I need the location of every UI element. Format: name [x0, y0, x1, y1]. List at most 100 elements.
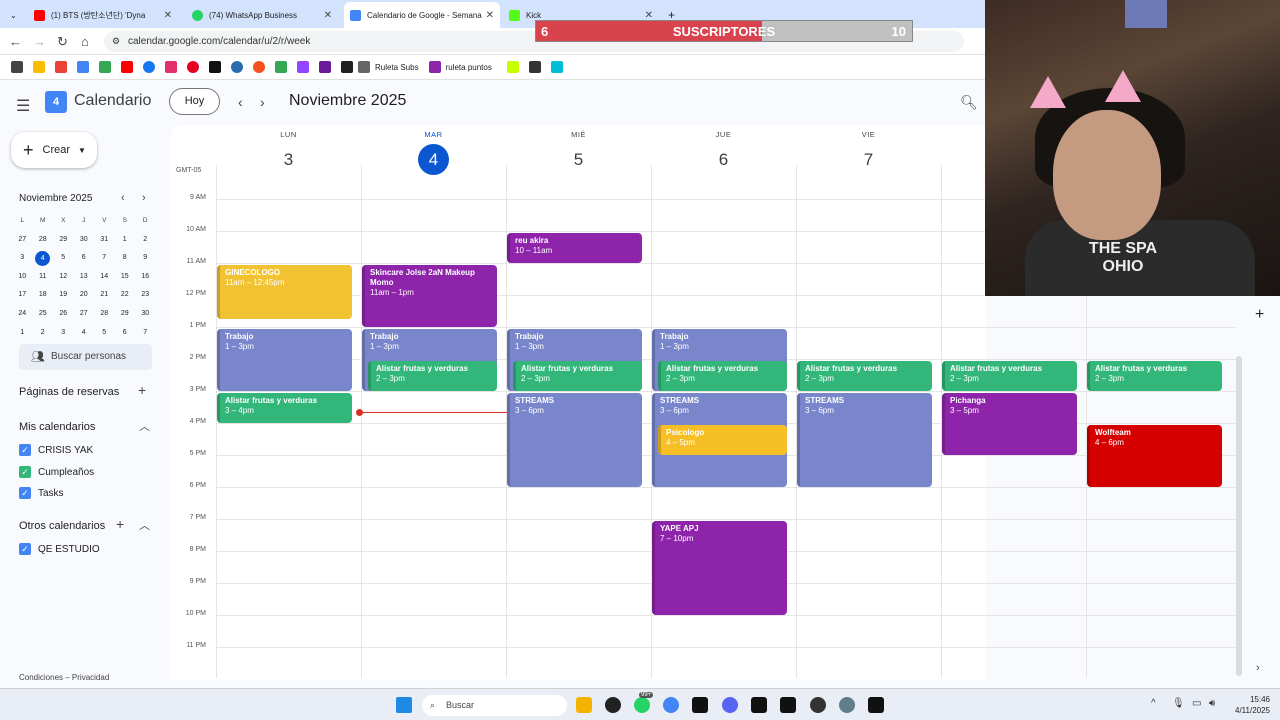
booking-pages-title[interactable]: Páginas de reservas	[19, 386, 119, 398]
calendar-event[interactable]: Skincare Jolse 2aN Makeup Momo 11am – 1p…	[362, 265, 497, 327]
bookmark-icon[interactable]	[99, 61, 111, 73]
file-explorer-icon[interactable]	[576, 697, 592, 713]
mini-day[interactable]: 1	[115, 231, 136, 250]
mini-day[interactable]: 20	[74, 286, 95, 305]
day-number[interactable]: 4	[418, 144, 449, 175]
tab-google-calendar[interactable]: Calendario de Google - Semana ✕	[344, 2, 500, 28]
drive-icon[interactable]	[33, 61, 45, 73]
mini-day[interactable]: 31	[94, 231, 115, 250]
previous-week-icon[interactable]: ‹	[238, 94, 243, 110]
volume-icon[interactable]: 🔊︎	[1209, 698, 1215, 709]
apps-icon[interactable]	[11, 61, 23, 73]
create-button[interactable]: + Crear ▼	[11, 132, 97, 168]
notion-icon[interactable]	[751, 697, 767, 713]
mini-day[interactable]: 11	[33, 268, 54, 287]
youtube-icon[interactable]	[121, 61, 133, 73]
mini-day[interactable]: 12	[53, 268, 74, 287]
bookmark-icon[interactable]	[528, 61, 541, 73]
capcut-icon[interactable]	[780, 697, 796, 713]
download-icon[interactable]	[319, 61, 331, 73]
bookmark-ruleta-subs[interactable]: Ruleta Subs	[358, 61, 419, 73]
mini-day[interactable]: 2	[135, 231, 156, 250]
instagram-icon[interactable]	[165, 61, 177, 73]
calendar-event[interactable]: Alistar frutas y verduras 2 – 3pm	[942, 361, 1077, 391]
calendar-event[interactable]: Alistar frutas y verduras 2 – 3pm	[513, 361, 642, 391]
mini-day[interactable]: 15	[115, 268, 136, 287]
mini-prev-month-icon[interactable]: ‹	[121, 192, 125, 204]
back-icon[interactable]: ←	[9, 34, 22, 49]
other-calendars-title[interactable]: Otros calendarios	[19, 520, 105, 532]
chatgpt-icon[interactable]	[605, 697, 621, 713]
tab-whatsapp[interactable]: (74) WhatsApp Business ✕	[186, 4, 338, 26]
twitch-icon[interactable]	[297, 61, 309, 73]
calendar-event[interactable]: Trabajo 1 – 3pm	[217, 329, 352, 391]
calendar-item[interactable]: ✓ QE ESTUDIO	[19, 543, 100, 555]
mini-day[interactable]: 7	[135, 324, 156, 343]
mini-day[interactable]: 29	[115, 305, 136, 324]
mini-day[interactable]: 29	[53, 231, 74, 250]
mini-day[interactable]: 16	[135, 268, 156, 287]
mini-day[interactable]: 18	[33, 286, 54, 305]
whatsapp-icon[interactable]	[634, 697, 650, 713]
discord-icon[interactable]	[722, 697, 738, 713]
chevron-up-icon[interactable]: ^	[1151, 698, 1156, 709]
tab-search-dropdown[interactable]: ⌄	[4, 4, 24, 26]
calendar-event[interactable]: STREAMS 3 – 6pm	[797, 393, 932, 487]
maps-icon[interactable]	[275, 61, 287, 73]
notion-icon[interactable]	[868, 697, 884, 713]
mini-day[interactable]: 9	[135, 249, 156, 268]
mini-day[interactable]: 21	[94, 286, 115, 305]
mini-day[interactable]: 14	[94, 268, 115, 287]
day-number[interactable]: 7	[853, 144, 884, 175]
reload-icon[interactable]: ↻	[57, 34, 68, 50]
bookmark-icon[interactable]	[341, 61, 353, 73]
checkbox-checked-icon[interactable]: ✓	[19, 543, 31, 555]
mini-day[interactable]: 17	[12, 286, 33, 305]
calendar-event[interactable]: Alistar frutas y verduras 3 – 4pm	[217, 393, 352, 423]
calendar-event[interactable]: STREAMS 3 – 6pm	[507, 393, 642, 487]
pinterest-icon[interactable]	[187, 61, 199, 73]
mini-day[interactable]: 26	[53, 305, 74, 324]
bookmark-icon[interactable]	[506, 61, 519, 73]
capcut-icon[interactable]	[692, 697, 708, 713]
calendar-event[interactable]: YAPE APJ 7 – 10pm	[652, 521, 787, 615]
day-header[interactable]: MIÉ 5	[506, 130, 651, 175]
obs-icon[interactable]	[810, 697, 826, 713]
add-booking-page-icon[interactable]: +	[138, 382, 146, 398]
microphone-icon[interactable]: 🎙︎	[1172, 698, 1185, 709]
mini-day[interactable]: 28	[33, 231, 54, 250]
mini-day[interactable]: 24	[12, 305, 33, 324]
chevron-up-icon[interactable]: ︿	[139, 517, 150, 533]
mini-day[interactable]: 6	[115, 324, 136, 343]
mini-day[interactable]: 2	[33, 324, 54, 343]
bookmark-icon[interactable]	[231, 61, 243, 73]
next-week-icon[interactable]: ›	[260, 94, 265, 110]
terms-privacy-links[interactable]: Condiciones – Privacidad	[19, 673, 109, 682]
chevron-up-icon[interactable]: ︿	[139, 418, 150, 434]
mini-day[interactable]: 30	[135, 305, 156, 324]
mini-day[interactable]: 25	[33, 305, 54, 324]
forward-icon[interactable]: →	[33, 34, 46, 49]
calendar-event[interactable]: Alistar frutas y verduras 2 – 3pm	[1087, 361, 1222, 391]
grid-scrollbar[interactable]	[1236, 356, 1242, 676]
mini-day[interactable]: 8	[115, 249, 136, 268]
close-icon[interactable]: ✕	[645, 10, 653, 21]
day-number[interactable]: 6	[708, 144, 739, 175]
bookmark-ruleta-puntos[interactable]: ruleta puntos	[428, 61, 492, 73]
today-button[interactable]: Hoy	[169, 88, 220, 115]
calendar-event[interactable]: reu akira 10 – 11am	[507, 233, 642, 263]
mini-day[interactable]: 3	[12, 249, 33, 268]
add-panel-icon[interactable]: +	[1255, 306, 1264, 324]
mini-day[interactable]: 27	[12, 231, 33, 250]
calendar-event[interactable]: Alistar frutas y verduras 2 – 3pm	[797, 361, 932, 391]
mini-day[interactable]: 28	[94, 305, 115, 324]
checkbox-checked-icon[interactable]: ✓	[19, 466, 31, 478]
calendar-item[interactable]: ✓ Tasks	[19, 487, 64, 499]
mini-day[interactable]: 4	[74, 324, 95, 343]
calendar-event[interactable]: Pichanga 3 – 5pm	[942, 393, 1077, 455]
mini-day[interactable]: 7	[94, 249, 115, 268]
mini-day[interactable]: 22	[115, 286, 136, 305]
facebook-icon[interactable]	[143, 61, 155, 73]
taskbar-search-input[interactable]: ⌕ Buscar	[422, 695, 567, 716]
mini-day[interactable]: 23	[135, 286, 156, 305]
